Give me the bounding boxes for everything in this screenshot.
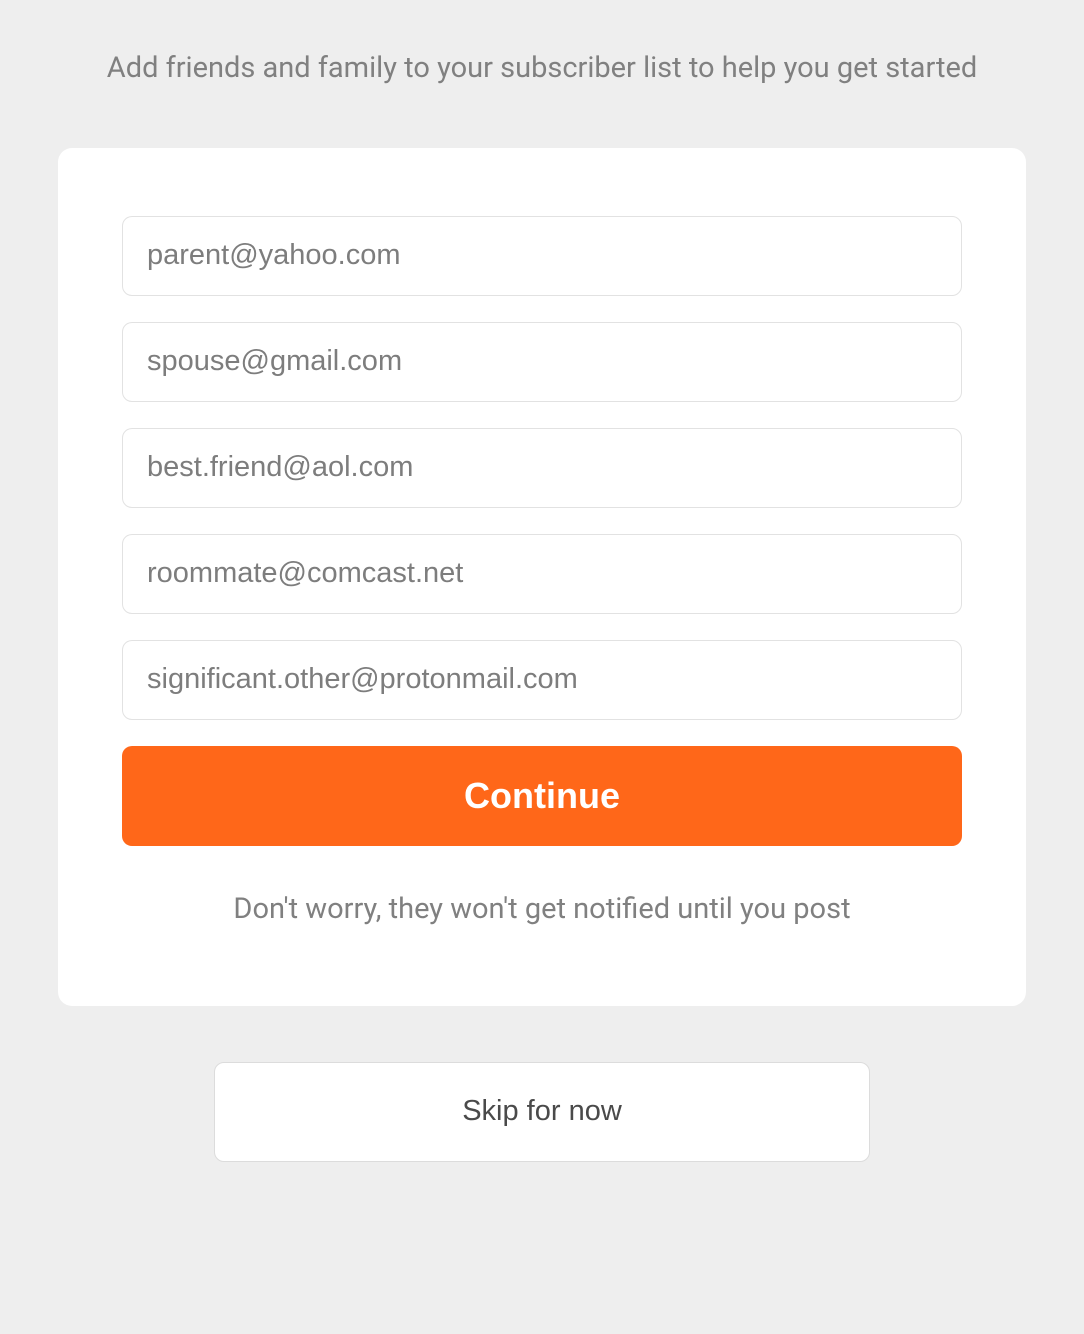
email-input-5[interactable] xyxy=(122,640,962,720)
email-input-4[interactable] xyxy=(122,534,962,614)
continue-button[interactable]: Continue xyxy=(122,746,962,846)
disclaimer-text: Don't worry, they won't get notified unt… xyxy=(122,892,962,926)
form-card: Continue Don't worry, they won't get not… xyxy=(58,148,1026,1006)
page-subtitle: Add friends and family to your subscribe… xyxy=(58,50,1026,88)
skip-button[interactable]: Skip for now xyxy=(214,1062,870,1162)
email-input-3[interactable] xyxy=(122,428,962,508)
email-input-2[interactable] xyxy=(122,322,962,402)
email-input-1[interactable] xyxy=(122,216,962,296)
